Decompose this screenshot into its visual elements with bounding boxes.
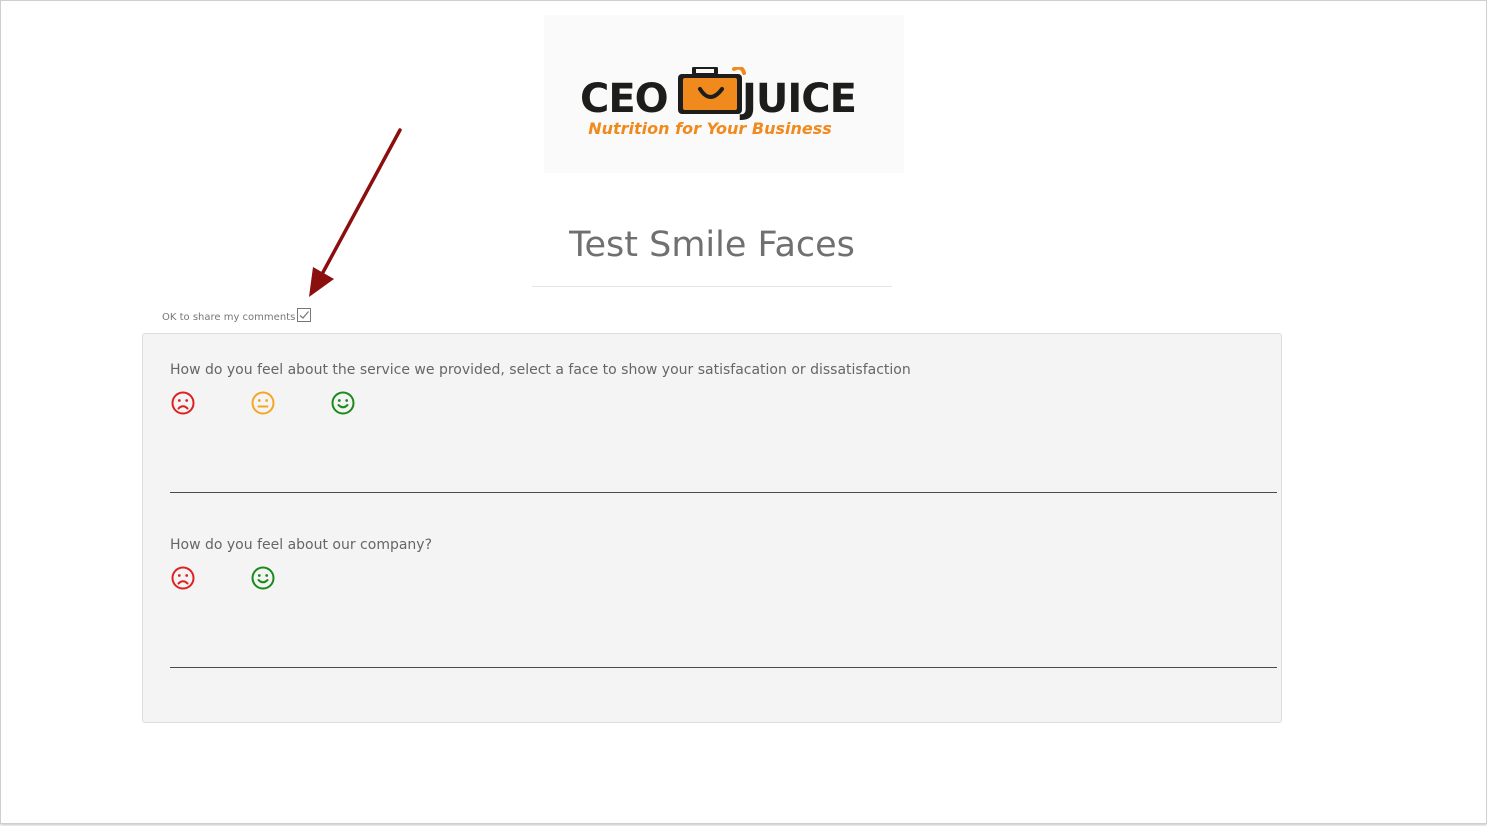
annotation-arrow-icon [309, 128, 402, 297]
question-service-text: How do you feel about the service we pro… [170, 362, 911, 378]
survey-panel: How do you feel about the service we pro… [142, 333, 1282, 723]
logo-word-ceo: CEO [580, 76, 669, 122]
briefcase-icon [678, 67, 746, 114]
title-divider [532, 286, 892, 287]
checkmark-icon [299, 311, 310, 319]
frown-face-icon[interactable] [171, 391, 195, 415]
share-comments-checkbox[interactable] [297, 308, 312, 322]
smile-face-icon[interactable] [251, 566, 275, 590]
logo-tagline: Nutrition for Your Business [588, 119, 832, 138]
question-company-text: How do you feel about our company? [170, 537, 433, 553]
company-logo: CEO JUICE Nutrition for Your Business [544, 15, 904, 173]
page-title: Test Smile Faces [569, 225, 855, 265]
frown-face-icon[interactable] [171, 566, 195, 590]
company-comment-line[interactable] [170, 667, 1277, 668]
smile-face-icon[interactable] [331, 391, 355, 415]
share-comments-label: OK to share my comments [162, 311, 296, 323]
logo-word-juice: JUICE [742, 76, 857, 122]
neutral-face-icon[interactable] [251, 391, 275, 415]
share-comments-row: OK to share my comments [162, 308, 312, 324]
browser-window: CEO JUICE Nutrition for Your Business Te… [0, 0, 1487, 824]
service-comment-line[interactable] [170, 492, 1277, 493]
